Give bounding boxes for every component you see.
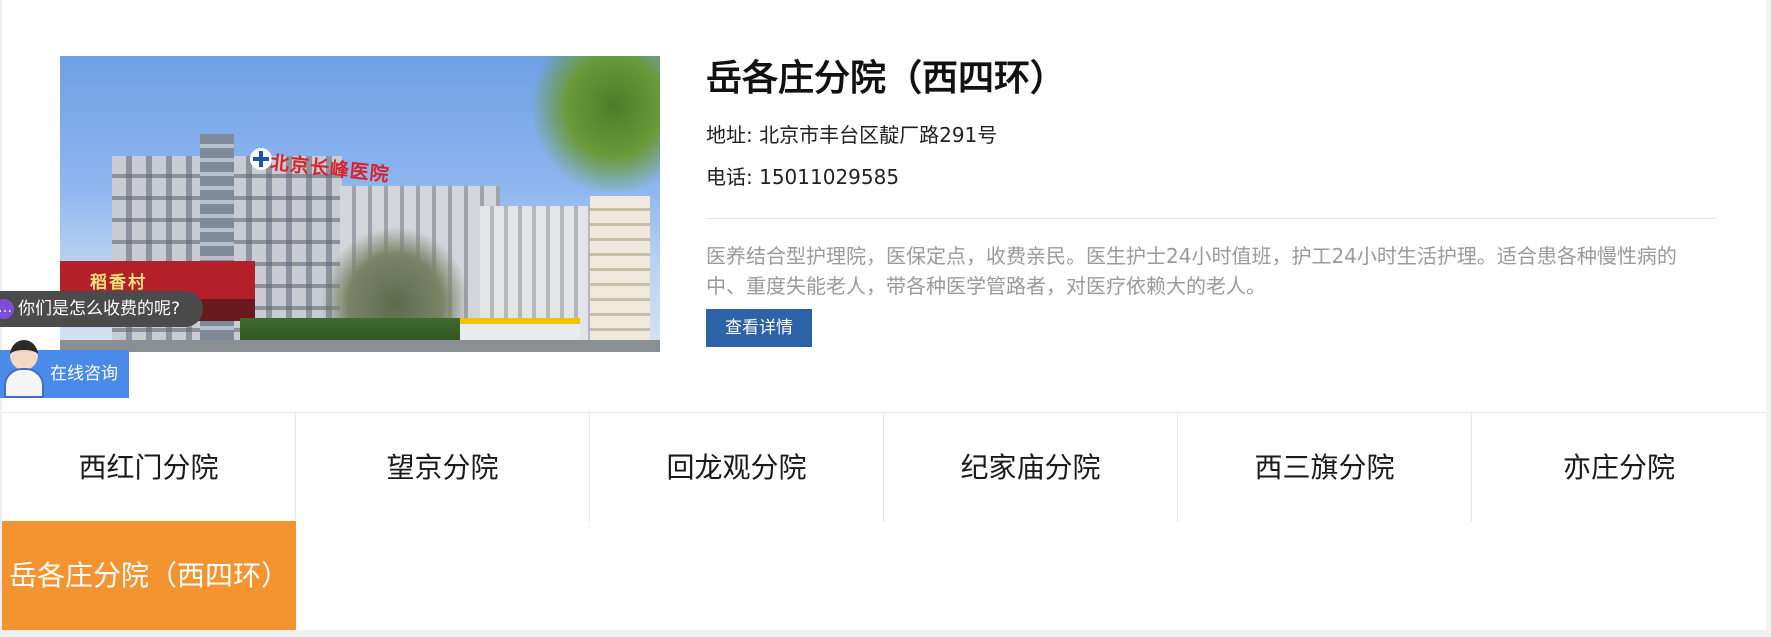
scrollbar-track[interactable] [1766, 0, 1771, 637]
tab-yizhuang[interactable]: 亦庄分院 [1472, 413, 1766, 522]
tab-yuegezhuang[interactable]: 岳各庄分院（西四环） [2, 521, 296, 630]
chat-bubble-icon [0, 290, 14, 326]
hospital-info: 岳各庄分院（西四环） 地址: 北京市丰台区靛厂路291号 电话: 1501102… [706, 54, 1716, 347]
photo-ground [60, 340, 660, 352]
tab-wangjing[interactable]: 望京分院 [296, 413, 590, 522]
branch-tabs: 西红门分院 望京分院 回龙观分院 纪家庙分院 西三旗分院 亦庄分院 岳各庄分院（… [2, 412, 1766, 630]
tab-xihongmen[interactable]: 西红门分院 [2, 413, 296, 522]
hospital-description: 医养结合型护理院，医保定点，收费亲民。医生护士24小时值班，护工24小时生活护理… [706, 244, 1677, 298]
photo-shop-sign: 稻香村 [90, 273, 147, 293]
branch-tab-row: 西红门分院 望京分院 回龙观分院 纪家庙分院 西三旗分院 亦庄分院 [2, 412, 1766, 522]
agent-avatar-icon [2, 338, 46, 398]
info-divider [706, 218, 1716, 219]
online-consult-button[interactable]: 在线咨询 [0, 340, 129, 398]
tab-jijiamiao[interactable]: 纪家庙分院 [884, 413, 1178, 522]
photo-trees-right [530, 56, 660, 196]
page-bottom-edge [0, 630, 1771, 637]
branch-tab-row: 岳各庄分院（西四环） [2, 521, 1766, 630]
hospital-address: 地址: 北京市丰台区靛厂路291号 [706, 123, 998, 147]
hospital-phone: 电话: 15011029585 [706, 165, 900, 189]
photo-building-tall [590, 196, 650, 346]
chat-question-bubble[interactable]: 你们是怎么收费的呢? [0, 290, 203, 327]
tab-huilongguan[interactable]: 回龙观分院 [590, 413, 884, 522]
view-details-button[interactable]: 查看详情 [706, 309, 812, 347]
online-consult-label: 在线咨询 [50, 364, 118, 384]
tab-xisanqi[interactable]: 西三旗分院 [1178, 413, 1472, 522]
chat-bubble-text: 你们是怎么收费的呢? [18, 299, 181, 319]
hospital-title: 岳各庄分院（西四环） [706, 57, 1067, 98]
